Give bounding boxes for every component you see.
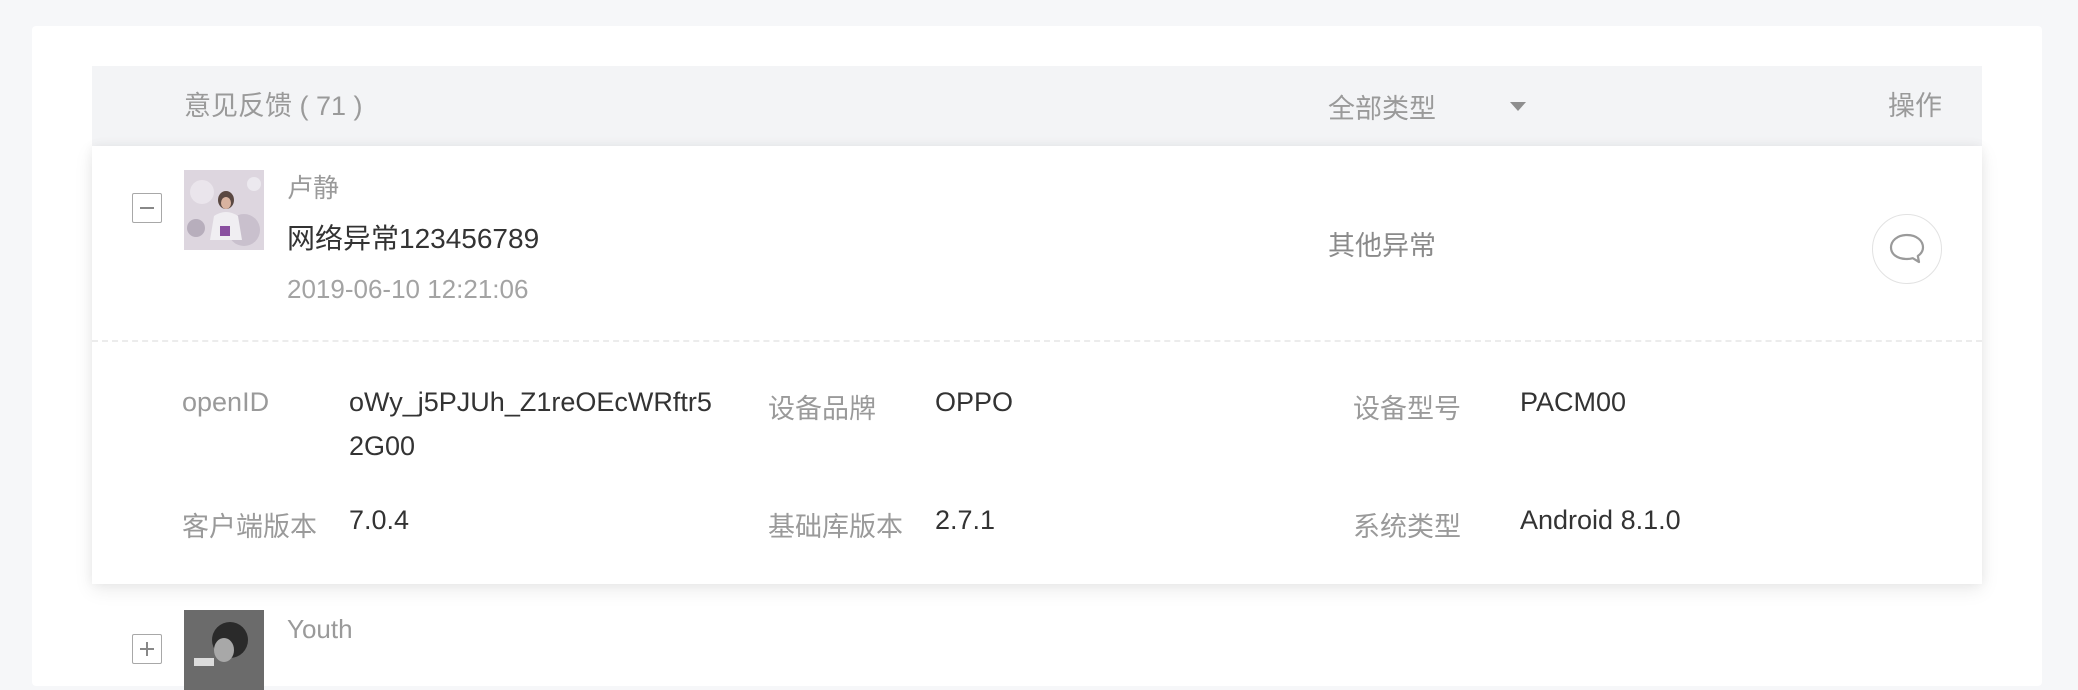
caret-down-icon <box>1510 101 1526 111</box>
os-type-label: 系统类型 <box>1353 512 1461 542</box>
feedback-row-expanded: 卢静 网络异常123456789 2019-06-10 12:21:06 其他异… <box>92 146 1982 584</box>
client-version-value: 7.0.4 <box>349 505 410 535</box>
device-model-label: 设备型号 <box>1353 394 1461 424</box>
minus-square-icon[interactable] <box>132 193 162 223</box>
reply-button[interactable] <box>1872 214 1942 284</box>
avatar <box>184 610 264 690</box>
device-model-value: PACM00 <box>1520 387 1627 417</box>
feedback-row-collapsed: Youth <box>0 608 2078 690</box>
openid-label: openID <box>182 387 270 417</box>
feedback-content: 网络异常123456789 <box>287 223 540 254</box>
feedback-type: 其他异常 <box>1328 231 1436 261</box>
device-brand-label: 设备品牌 <box>768 394 876 424</box>
device-brand-value: OPPO <box>935 387 1014 417</box>
client-version-label: 客户端版本 <box>182 512 317 542</box>
feedback-count-title: 意见反馈 ( 71 ) <box>184 91 363 121</box>
openid-value-line2: 2G00 <box>349 431 416 461</box>
lib-version-label: 基础库版本 <box>768 512 903 542</box>
plus-square-icon[interactable] <box>132 634 162 664</box>
comment-bubble-icon <box>1889 233 1925 264</box>
feedback-user-name: Youth <box>287 614 353 644</box>
feedback-time: 2019-06-10 12:21:06 <box>287 274 529 304</box>
action-column-header: 操作 <box>1888 91 1942 121</box>
table-header: 意见反馈 ( 71 ) 全部类型 操作 <box>92 66 1982 146</box>
os-type-value: Android 8.1.0 <box>1520 505 1681 535</box>
type-filter-label: 全部类型 <box>1328 93 1436 124</box>
openid-value-line1: oWy_j5PJUh_Z1reOEcWRftr5 <box>349 387 712 417</box>
row-divider <box>92 340 1982 342</box>
avatar <box>184 170 264 250</box>
feedback-user-name: 卢静 <box>287 173 340 203</box>
lib-version-value: 2.7.1 <box>935 505 996 535</box>
type-filter-dropdown[interactable]: 全部类型 <box>1328 66 1526 146</box>
